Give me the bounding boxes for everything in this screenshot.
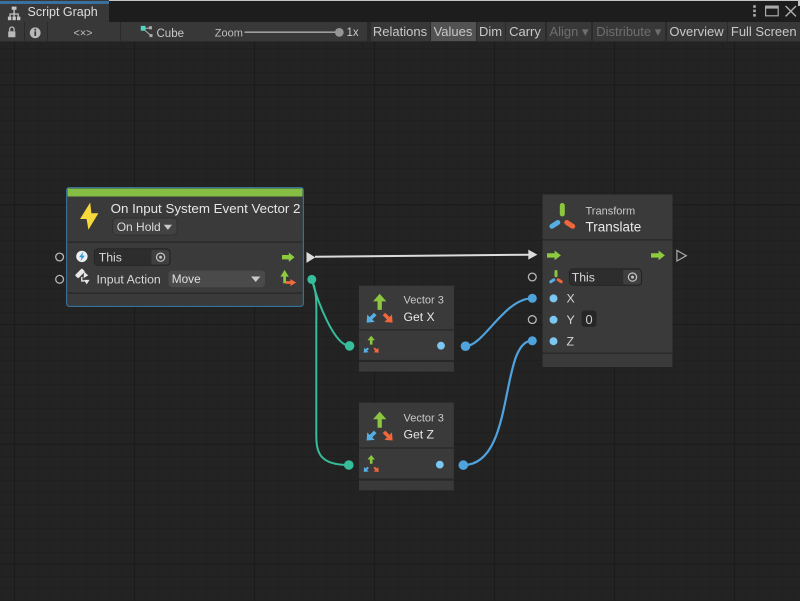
svg-text:Input Action: Input Action (97, 273, 161, 287)
svg-text:On Hold: On Hold (117, 220, 161, 234)
svg-text:0: 0 (585, 312, 592, 327)
svg-text:Vector 3: Vector 3 (404, 413, 444, 425)
svg-text:Z: Z (567, 335, 575, 349)
svg-text:This: This (572, 271, 595, 285)
svg-text:On Input System Event Vector 2: On Input System Event Vector 2 (111, 201, 301, 216)
svg-text:Move: Move (172, 272, 201, 286)
svg-text:Get Z: Get Z (404, 428, 435, 442)
svg-text:Vector 3: Vector 3 (404, 295, 444, 307)
svg-text:Transform: Transform (586, 205, 636, 217)
svg-text:X: X (567, 292, 575, 306)
svg-text:Get X: Get X (404, 310, 435, 324)
svg-text:Cube: Cube (157, 28, 185, 40)
svg-text:Y: Y (567, 313, 575, 327)
svg-text:Zoom: Zoom (215, 28, 243, 40)
svg-text:Translate: Translate (586, 219, 642, 234)
svg-text:1x: 1x (347, 27, 359, 39)
svg-text:This: This (99, 251, 122, 265)
svg-text:<×>: <×> (74, 28, 93, 40)
